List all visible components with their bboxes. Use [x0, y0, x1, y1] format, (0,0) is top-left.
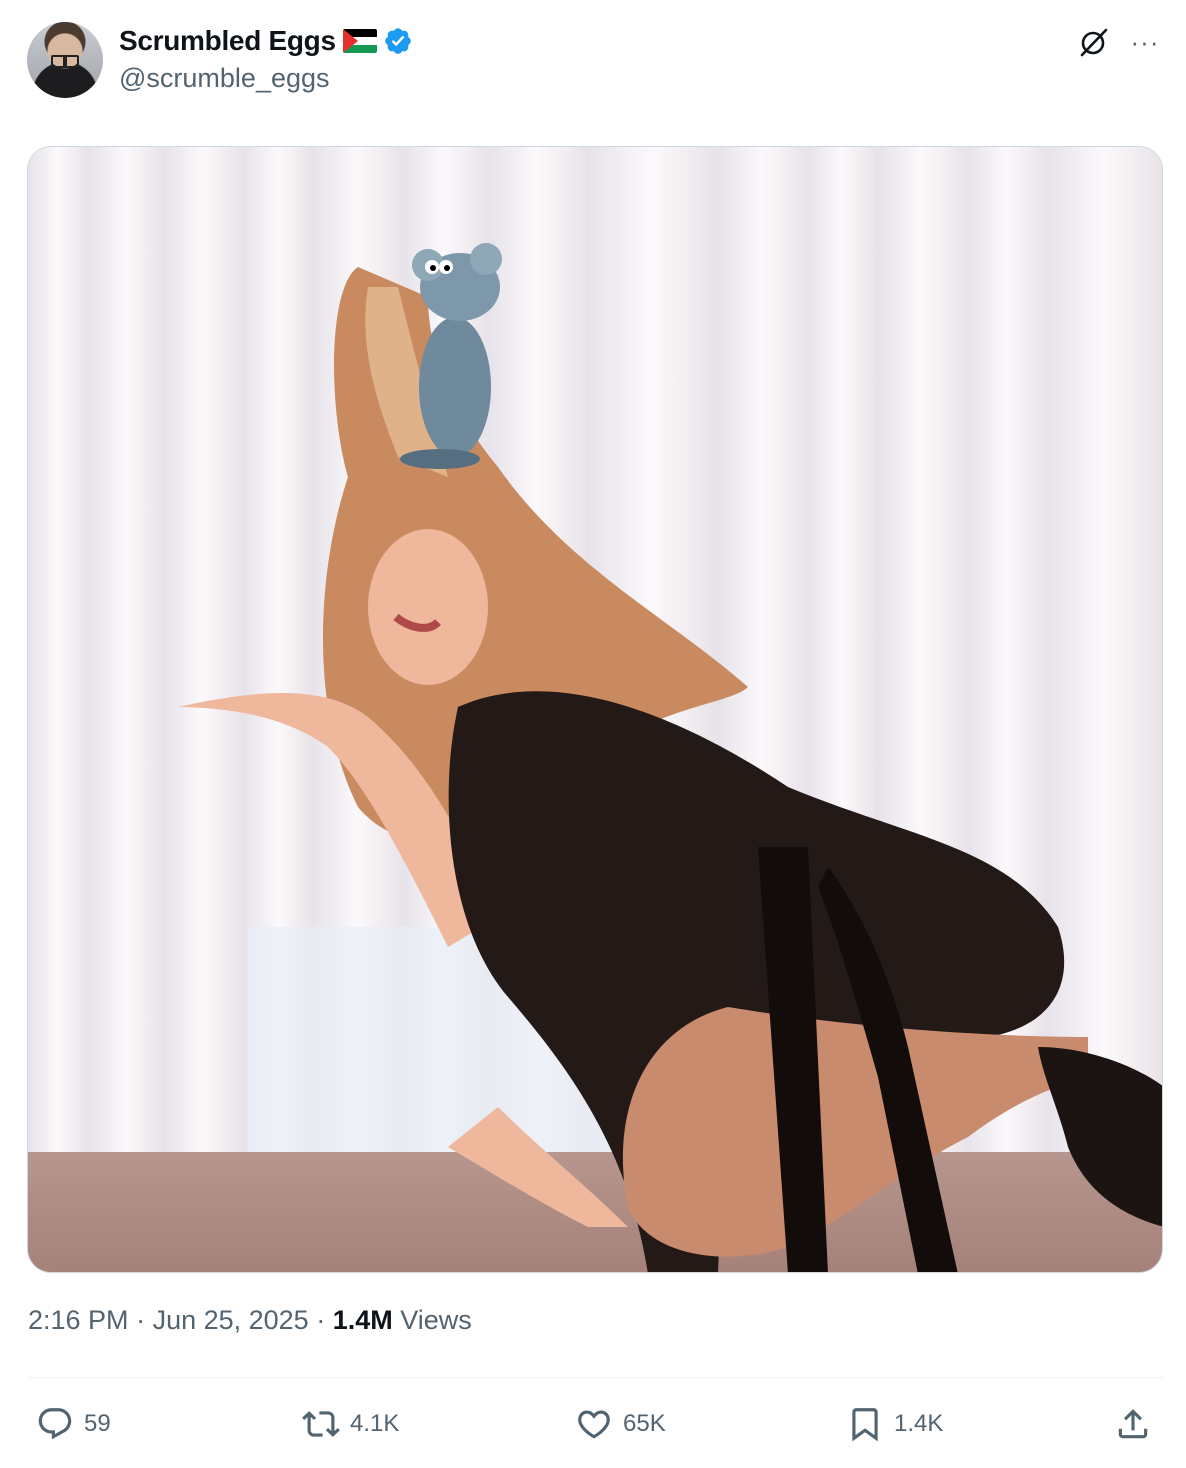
bookmark-count: 1.4K — [894, 1410, 944, 1437]
tweet-meta: 2:16 PM · Jun 25, 2025 · 1.4M Views — [28, 1305, 472, 1336]
bookmark-icon — [852, 1408, 878, 1442]
tweet-photo[interactable] — [27, 146, 1163, 1273]
tweet-date[interactable]: Jun 25, 2025 — [153, 1305, 309, 1335]
views-count: 1.4M — [332, 1305, 393, 1335]
meta-separator: · — [128, 1305, 153, 1335]
heart-icon — [578, 1410, 610, 1439]
share-icon — [1118, 1409, 1148, 1439]
author-name-row: Scrumbled Eggs — [119, 23, 413, 59]
retweet-button[interactable]: 4.1K — [302, 1398, 399, 1450]
tweet-header: Scrumbled Eggs @scrumble_eggs ··· — [0, 0, 1186, 120]
like-count: 65K — [623, 1410, 666, 1437]
avatar[interactable] — [27, 22, 103, 98]
more-options-icon[interactable]: ··· — [1128, 28, 1162, 56]
grok-icon[interactable] — [1076, 26, 1110, 60]
reply-icon — [38, 1408, 72, 1440]
tweet-time[interactable]: 2:16 PM — [28, 1305, 129, 1335]
author-handle[interactable]: @scrumble_eggs — [119, 63, 330, 94]
share-button[interactable] — [1114, 1398, 1152, 1450]
views-label: Views — [392, 1305, 472, 1335]
photo-subject — [178, 243, 1162, 1272]
meta-separator: · — [308, 1305, 333, 1335]
retweet-icon — [302, 1411, 340, 1437]
reply-button[interactable]: 59 — [36, 1398, 111, 1450]
palestine-flag-icon — [342, 29, 377, 53]
like-button[interactable]: 65K — [575, 1398, 666, 1450]
action-bar: 59 4.1K 65K 1.4K — [0, 1398, 1186, 1450]
glasses-icon — [51, 55, 79, 68]
author-display-name[interactable]: Scrumbled Eggs — [119, 25, 336, 57]
verified-badge-icon — [384, 28, 411, 54]
reply-count: 59 — [84, 1410, 111, 1437]
bookmark-button[interactable]: 1.4K — [846, 1398, 943, 1450]
divider — [27, 1377, 1163, 1378]
retweet-count: 4.1K — [350, 1410, 400, 1437]
